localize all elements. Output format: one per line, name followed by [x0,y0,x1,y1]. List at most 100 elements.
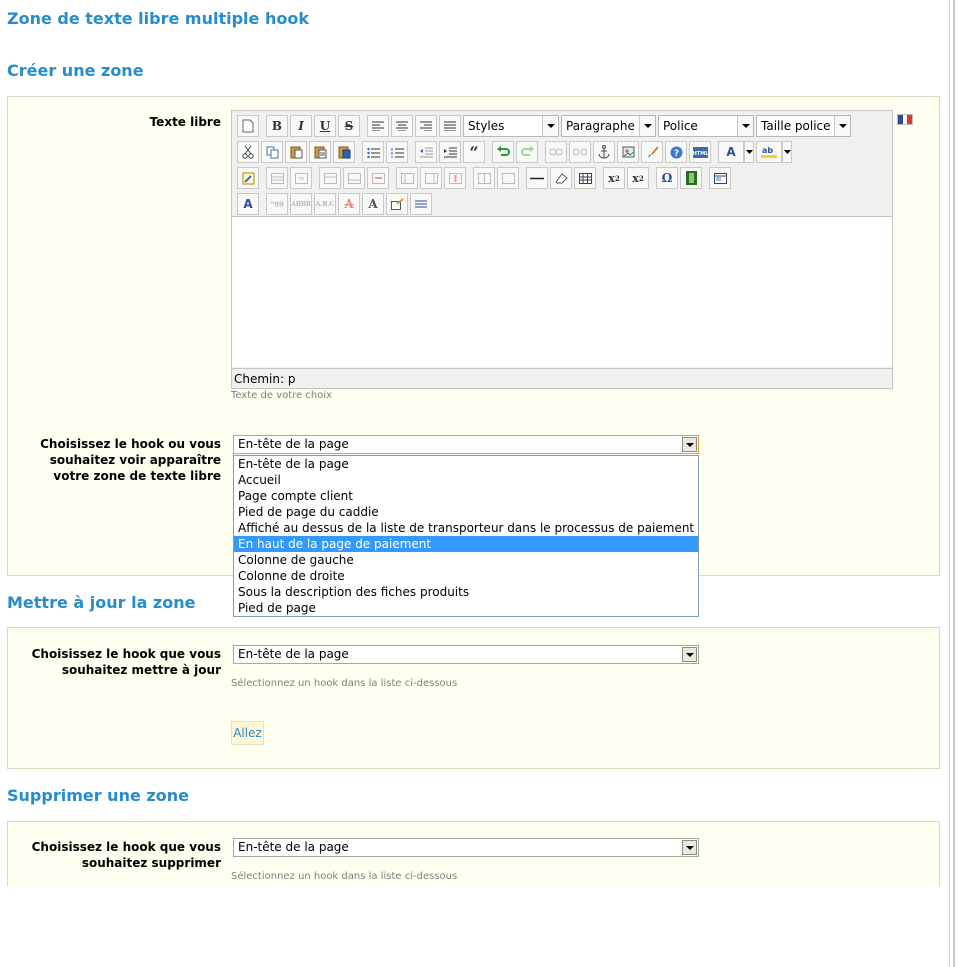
row-props-icon[interactable] [266,167,288,189]
style-props-icon[interactable]: A [237,193,259,215]
hook-option[interactable]: En-tête de la page [234,456,698,472]
horizontal-rule-icon[interactable] [526,167,548,189]
hook-option[interactable]: Page compte client [234,488,698,504]
paste-word-icon[interactable] [333,141,355,163]
undo-icon[interactable] [492,141,514,163]
paste-text-icon[interactable] [309,141,331,163]
indent-icon[interactable] [439,141,461,163]
highlight-chevron-down-icon[interactable] [782,141,792,163]
merge-cells-icon[interactable] [497,167,519,189]
deletion-icon[interactable]: A [338,193,360,215]
insert-col-after-icon[interactable] [420,167,442,189]
bullet-list-icon[interactable] [362,141,384,163]
align-justify-icon[interactable] [439,115,461,137]
align-right-icon[interactable] [415,115,437,137]
chevron-down-icon [737,116,753,136]
update-hook-label: Choisissez le hook que vous souhaitez me… [31,647,221,677]
insert-row-after-icon[interactable] [343,167,365,189]
cleanup-brush-icon[interactable] [641,141,663,163]
new-document-icon[interactable] [237,115,259,137]
format-dropdown[interactable]: Paragraphe [561,115,656,137]
cut-icon[interactable] [237,141,259,163]
insert-table-icon[interactable] [574,167,596,189]
delete-hook-select-value: En-tête de la page [238,840,349,854]
font-dropdown[interactable]: Police [658,115,754,137]
update-hook-select-value: En-tête de la page [238,647,349,661]
outdent-icon[interactable] [415,141,437,163]
update-zone-heading: Mettre à jour la zone [7,593,196,612]
copy-icon[interactable] [261,141,283,163]
window-scrollbar[interactable] [949,0,958,967]
split-cells-icon[interactable] [473,167,495,189]
blockquote-icon[interactable]: “ [463,141,485,163]
superscript-icon[interactable]: x2 [627,167,649,189]
insertion-icon[interactable]: A [362,193,384,215]
bold-button[interactable]: B [266,115,288,137]
editor-content-area[interactable] [232,217,892,367]
insert-row-before-icon[interactable] [319,167,341,189]
hook-option[interactable]: En haut de la page de paiement [234,536,698,552]
create-hook-options-list[interactable]: En-tête de la page Accueil Page compte cli… [233,455,699,617]
create-zone-heading: Créer une zone [7,61,144,80]
update-hook-select[interactable]: En-tête de la page [233,645,699,664]
editor-path-status: Chemin: p [232,368,892,388]
subscript-icon[interactable]: x2 [603,167,625,189]
insert-col-before-icon[interactable] [396,167,418,189]
strikethrough-button[interactable]: S [338,115,360,137]
delete-hook-select[interactable]: En-tête de la page [233,838,699,857]
redo-icon[interactable] [516,141,538,163]
unlink-icon[interactable] [569,141,591,163]
acronym-icon[interactable]: A.B.C [314,193,336,215]
text-color-chevron-down-icon[interactable] [744,141,754,163]
image-icon[interactable] [617,141,639,163]
attributes-icon[interactable] [386,193,408,215]
hook-option[interactable]: Accueil [234,472,698,488]
italic-button[interactable]: I [290,115,312,137]
delete-hook-label: Choisissez le hook que vous souhaitez su… [31,840,221,870]
hook-option[interactable]: Pied de page [234,600,698,616]
styles-dropdown[interactable]: Styles [463,115,559,137]
align-center-icon[interactable] [391,115,413,137]
hook-option[interactable]: Colonne de droite [234,568,698,584]
hook-option[interactable]: Colonne de gauche [234,552,698,568]
format-dropdown-label: Paragraphe [566,119,635,133]
anchor-icon[interactable] [593,141,615,163]
french-flag-icon[interactable] [897,114,913,125]
link-icon[interactable] [545,141,567,163]
html-source-icon[interactable]: HTML [689,141,711,163]
create-hook-label: Choisissez le hook ou vous souhaitez voi… [40,437,221,483]
font-size-dropdown[interactable]: Taille police [756,115,851,137]
edit-css-icon[interactable] [237,167,259,189]
free-text-hint: Texte de votre choix [231,390,333,401]
hook-option[interactable]: Sous la description des fiches produits [234,584,698,600]
chevron-down-icon [682,647,697,662]
numbered-list-icon[interactable] [386,141,408,163]
abbreviation-icon[interactable]: ABBR [290,193,312,215]
chevron-down-icon [834,116,850,136]
text-color-icon[interactable]: A [718,141,744,163]
media-film-icon[interactable] [680,167,702,189]
chevron-down-icon [639,116,655,136]
visual-chars-icon[interactable] [410,193,432,215]
create-hook-select[interactable]: En-tête de la page [233,435,699,454]
hook-option[interactable]: Pied de page du caddie [234,504,698,520]
update-hook-hint: Sélectionnez un hook dans la liste ci-de… [231,678,458,689]
go-button[interactable]: Allez [231,721,264,745]
highlight-color-icon[interactable]: ab [756,141,782,163]
page-bottom-blank [0,886,948,967]
underline-button[interactable]: U [314,115,336,137]
template-icon[interactable] [709,167,731,189]
remove-format-icon[interactable] [550,167,572,189]
delete-row-icon[interactable] [367,167,389,189]
align-left-icon[interactable] [367,115,389,137]
paste-icon[interactable] [285,141,307,163]
editor-toolbar: B I U S Styles Paragraphe Police Taille … [232,111,892,217]
cite-icon[interactable]: “99 [266,193,288,215]
delete-col-icon[interactable] [444,167,466,189]
special-char-omega-icon[interactable]: Ω [656,167,678,189]
delete-zone-heading: Supprimer une zone [7,786,189,805]
cell-props-icon[interactable] [290,167,312,189]
help-icon[interactable]: ? [665,141,687,163]
styles-dropdown-label: Styles [468,119,505,133]
hook-option[interactable]: Affiché au dessus de la liste de transpo… [234,520,698,536]
